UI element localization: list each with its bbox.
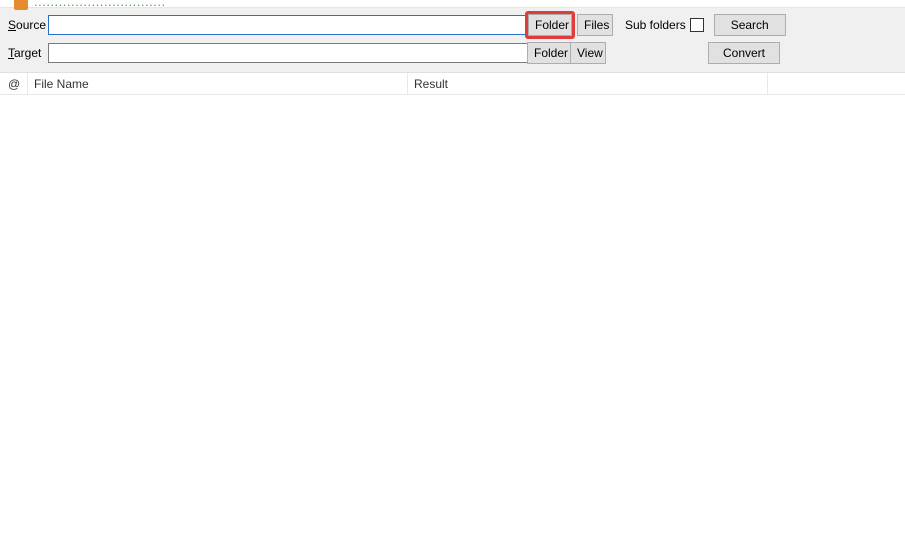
column-at[interactable]: @ (0, 73, 28, 94)
source-folder-button[interactable]: Folder (528, 14, 572, 36)
target-input[interactable] (48, 43, 528, 63)
target-row: Target Folder View Convert (8, 42, 897, 64)
source-label: Source (8, 18, 48, 32)
titlebar: ................................ (0, 0, 905, 8)
column-result[interactable]: Result (408, 73, 768, 94)
source-row: Source Folder Files Sub folders Search (8, 14, 897, 36)
target-view-button[interactable]: View (570, 42, 606, 64)
search-button[interactable]: Search (714, 14, 786, 36)
highlight-folder: Folder (525, 11, 575, 39)
app-icon (14, 0, 28, 10)
source-input[interactable] (48, 15, 526, 35)
subfolders-wrap: Sub folders (625, 18, 704, 32)
table-body (0, 95, 905, 535)
target-label: Target (8, 46, 48, 60)
source-files-button[interactable]: Files (577, 14, 613, 36)
titlebar-text: ................................ (34, 0, 166, 9)
target-folder-button[interactable]: Folder (527, 42, 571, 64)
form-area: Source Folder Files Sub folders Search T… (0, 8, 905, 73)
subfolders-label: Sub folders (625, 18, 686, 32)
subfolders-checkbox[interactable] (690, 18, 704, 32)
convert-button[interactable]: Convert (708, 42, 780, 64)
column-filename[interactable]: File Name (28, 73, 408, 94)
table-header: @ File Name Result (0, 73, 905, 95)
